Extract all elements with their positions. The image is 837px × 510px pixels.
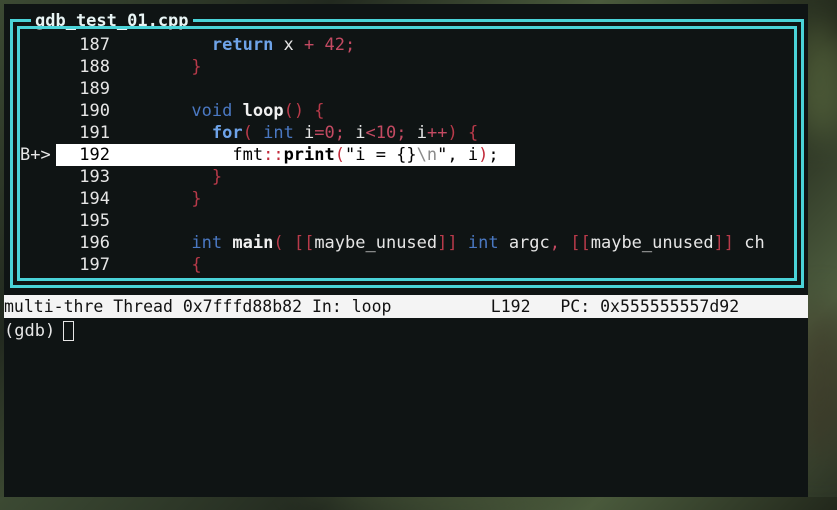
line-number: 197 xyxy=(79,255,110,275)
source-line-191: 191 for( int i=0; i<10; i++) { xyxy=(20,122,794,144)
code-text: , i xyxy=(447,145,479,165)
status-line: L192 xyxy=(490,297,531,316)
code-keyword: return xyxy=(211,35,274,55)
code-semicolon: ; xyxy=(488,145,499,165)
gdb-prompt: (gdb) xyxy=(4,321,56,341)
source-line-195: 195 xyxy=(20,210,794,232)
code-string: " xyxy=(437,145,448,165)
code-string: "i = {} xyxy=(345,145,417,165)
status-bar: multi-thre Thread 0x7fffd88b82 In: loop … xyxy=(4,295,808,318)
text-cursor[interactable] xyxy=(63,321,75,341)
source-pane[interactable]: 187 return x + 42; 188 } 189 190 void lo… xyxy=(17,26,797,281)
code-operator: < xyxy=(365,123,376,143)
source-line-196: 196 int main( [[maybe_unused]] int argc,… xyxy=(20,232,794,254)
code-paren: ( xyxy=(273,233,284,253)
code-keyword: void xyxy=(191,101,233,121)
code-paren: () xyxy=(283,101,305,121)
line-number: 195 xyxy=(79,211,110,231)
code-bracket: [[ xyxy=(283,233,315,253)
code-paren: ) xyxy=(447,123,458,143)
line-number: 191 xyxy=(79,123,110,143)
code-type: int xyxy=(252,123,294,143)
code-semicolon: ; xyxy=(345,35,356,55)
gdb-terminal[interactable]: gdb_test_01.cpp 187 return x + 42; 188 }… xyxy=(4,4,808,497)
code-brace: } xyxy=(191,57,202,77)
source-line-189: 189 xyxy=(20,78,794,100)
code-operator: , xyxy=(549,233,561,253)
code-function-name: print xyxy=(283,145,335,165)
status-pc: PC: 0x555555557d92 xyxy=(560,297,740,316)
status-target: multi-thre xyxy=(4,297,104,316)
source-line-197: 197 { xyxy=(20,254,794,276)
code-number: 10 xyxy=(375,123,397,143)
code-semicolon: ; xyxy=(334,123,346,143)
source-window[interactable]: gdb_test_01.cpp 187 return x + 42; 188 }… xyxy=(10,10,804,288)
code-text: argc xyxy=(498,233,550,253)
code-brace: } xyxy=(211,167,223,187)
code-function-name: loop xyxy=(242,101,284,121)
code-paren: ) xyxy=(478,145,489,165)
line-number: 190 xyxy=(79,101,110,121)
code-brace: { xyxy=(304,101,325,121)
line-number: 194 xyxy=(79,189,110,209)
code-operator: ++ xyxy=(427,123,448,143)
line-number: 188 xyxy=(79,57,110,77)
source-line-187: 187 return x + 42; xyxy=(20,34,794,56)
code-semicolon: ; xyxy=(396,123,407,143)
code-paren: ( xyxy=(242,123,253,143)
source-line-188: 188 } xyxy=(20,56,794,78)
code-function-name: main xyxy=(232,233,274,253)
line-number: 193 xyxy=(79,167,110,187)
code-paren: ( xyxy=(334,145,345,165)
source-line-193: 193 } xyxy=(20,166,794,188)
line-number: 192 xyxy=(79,145,110,165)
line-number: 189 xyxy=(79,79,110,99)
code-operator: = xyxy=(314,123,325,143)
code-operator: + xyxy=(304,35,315,55)
source-line-190: 190 void loop() { xyxy=(20,100,794,122)
code-type: int xyxy=(191,233,223,253)
code-text: i xyxy=(293,123,315,143)
breakpoint-marker: B+> xyxy=(20,144,56,166)
code-attribute: maybe_unused xyxy=(590,233,714,253)
code-bracket: [[ xyxy=(560,233,591,253)
code-attribute: maybe_unused xyxy=(314,233,438,253)
code-brace: { xyxy=(457,123,479,143)
code-text: x xyxy=(273,35,305,55)
line-number: 187 xyxy=(79,35,110,55)
code-brace: { xyxy=(191,255,202,275)
command-line[interactable]: (gdb) xyxy=(4,320,75,342)
code-escape: \n xyxy=(416,145,438,165)
code-text: i xyxy=(345,123,366,143)
status-function: In: loop xyxy=(311,297,392,316)
code-type: int xyxy=(457,233,499,253)
line-number: 196 xyxy=(79,233,110,253)
code-number: 0 xyxy=(324,123,335,143)
source-line-194: 194 } xyxy=(20,188,794,210)
code-brace: } xyxy=(191,189,202,209)
status-thread: Thread 0x7fffd88b82 xyxy=(113,297,303,316)
code-text: ch xyxy=(734,233,765,253)
code-namespace: fmt xyxy=(232,145,264,165)
source-line-192-current: B+> 192 fmt::print("i = {}\n", i); xyxy=(20,144,515,166)
code-bracket: ]] xyxy=(713,233,735,253)
code-operator: :: xyxy=(263,145,284,165)
code-number: 42 xyxy=(314,35,345,55)
code-text: i xyxy=(406,123,427,143)
code-bracket: ]] xyxy=(437,233,458,253)
code-keyword: for xyxy=(211,123,243,143)
